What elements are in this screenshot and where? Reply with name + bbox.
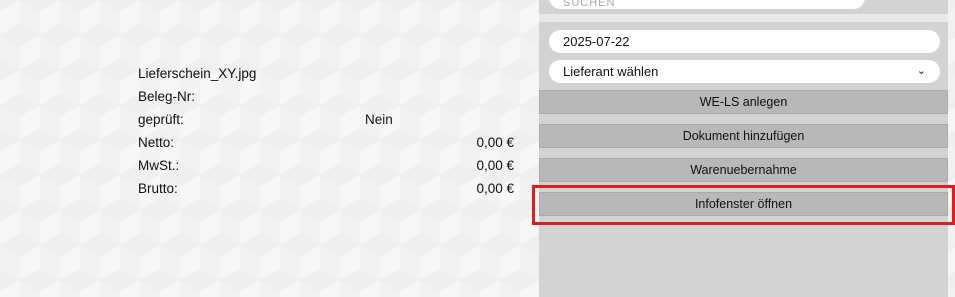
date-field[interactable]: 2025-07-22: [549, 30, 940, 53]
goods-receipt-button[interactable]: Warenuebernahme: [539, 158, 948, 182]
search-input[interactable]: SUCHEN: [549, 0, 865, 9]
beleg-label: Beleg-Nr:: [138, 89, 196, 104]
create-we-ls-button[interactable]: WE-LS anlegen: [539, 90, 948, 114]
brutto-row: Brutto: 0,00 €: [138, 177, 518, 200]
netto-row: Netto: 0,00 €: [138, 131, 518, 154]
add-document-button[interactable]: Dokument hinzufügen: [539, 124, 948, 148]
open-info-window-button[interactable]: Infofenster öffnen: [539, 192, 948, 216]
netto-label: Netto:: [138, 135, 175, 150]
geprueft-value: Nein: [365, 112, 393, 127]
supplier-select[interactable]: Lieferant wählen ⌄: [549, 60, 940, 83]
search-strip: [539, 14, 948, 22]
geprueft-label: geprüft:: [138, 112, 184, 127]
netto-value: 0,00 €: [476, 135, 514, 150]
brutto-value: 0,00 €: [476, 181, 514, 196]
mwst-label: MwSt.:: [138, 158, 180, 173]
brutto-label: Brutto:: [138, 181, 178, 196]
chevron-down-icon: ⌄: [916, 65, 926, 77]
action-sidebar: SUCHEN 2025-07-22 Lieferant wählen ⌄ WE-…: [539, 0, 948, 297]
mwst-value: 0,00 €: [476, 158, 514, 173]
document-info-panel: Lieferschein_XY.jpg Beleg-Nr: geprüft: N…: [138, 62, 518, 200]
mwst-row: MwSt.: 0,00 €: [138, 154, 518, 177]
supplier-select-value: Lieferant wählen: [563, 64, 659, 79]
geprueft-row: geprüft: Nein: [138, 108, 518, 131]
document-filename: Lieferschein_XY.jpg: [138, 66, 257, 81]
filename-row: Lieferschein_XY.jpg: [138, 62, 518, 85]
beleg-row: Beleg-Nr:: [138, 85, 518, 108]
